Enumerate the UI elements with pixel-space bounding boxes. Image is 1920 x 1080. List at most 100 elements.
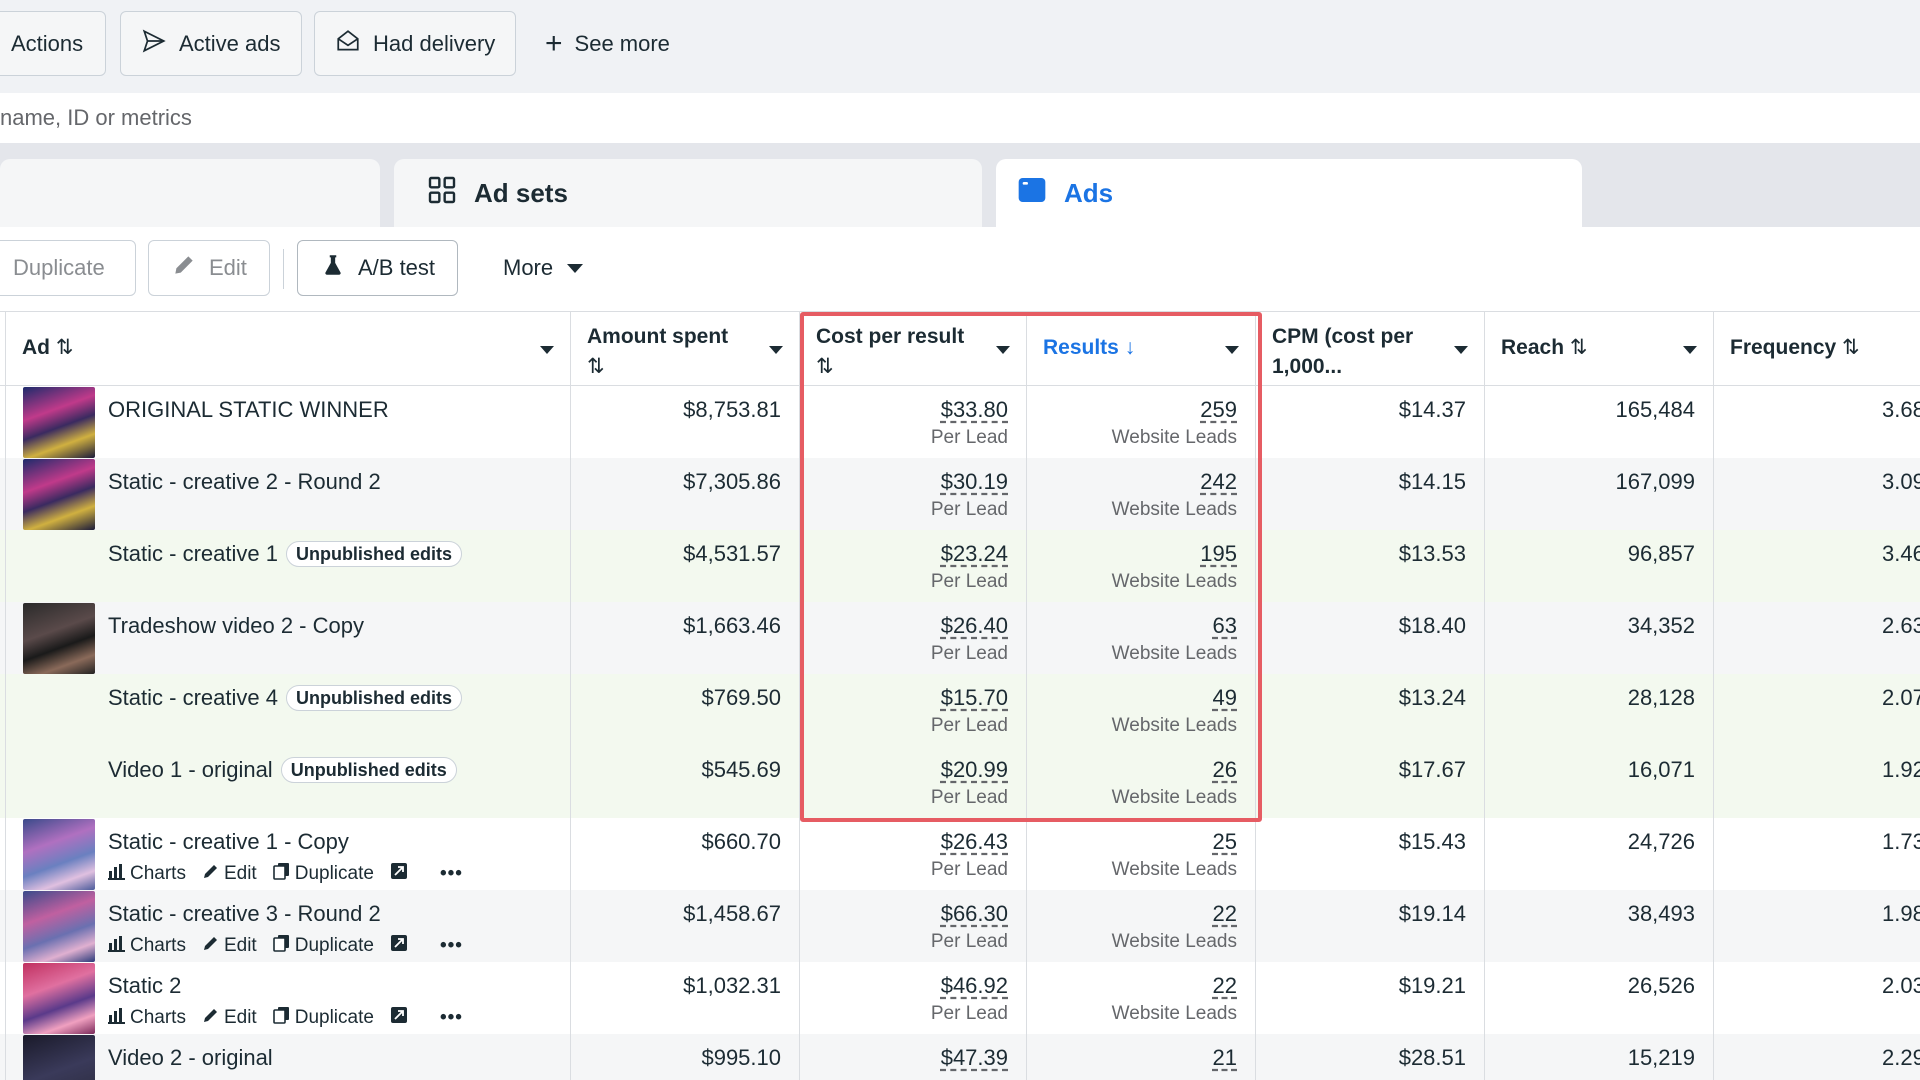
table-row[interactable]: Video 1 - original Unpublished edits $545.…: [0, 746, 1920, 818]
table-row[interactable]: ORIGINAL STATIC WINNER $8,753.81 $33.80 Per…: [0, 386, 1920, 458]
ad-name[interactable]: Static - creative 4 Unpublished edits: [108, 684, 462, 712]
actions-filter-chip[interactable]: Actions: [0, 11, 106, 76]
results-value[interactable]: 242: [1027, 468, 1237, 496]
caret-down-icon[interactable]: [769, 346, 783, 354]
sort-icon[interactable]: ⇅: [816, 352, 1010, 382]
column-header-amount-spent[interactable]: Amount spent ⇅: [570, 312, 799, 386]
table-row[interactable]: Video 2 - original $995.10 $47.39 21 $28.51 1…: [0, 1034, 1920, 1080]
table-row[interactable]: Static - creative 4 Unpublished edits $769…: [0, 674, 1920, 746]
more-options-button[interactable]: •••: [440, 1007, 463, 1029]
arrow-down-icon[interactable]: ↓: [1125, 336, 1136, 359]
cpr-value[interactable]: $26.40: [800, 612, 1008, 640]
ad-name[interactable]: Video 1 - original Unpublished edits: [108, 756, 457, 784]
edit-button[interactable]: Edit: [202, 862, 257, 886]
ad-name[interactable]: Static 2: [108, 972, 181, 1000]
cpr-cell: $30.19 Per Lead: [799, 458, 1026, 530]
tab-campaigns[interactable]: [0, 159, 380, 227]
ad-thumbnail[interactable]: [23, 603, 95, 674]
ad-thumbnail[interactable]: [23, 1035, 95, 1080]
cpr-value[interactable]: $26.43: [800, 828, 1008, 856]
table-row[interactable]: Static 2 Charts Edit Duplicate ••• $1,032.31 $…: [0, 962, 1920, 1034]
ad-name[interactable]: Tradeshow video 2 - Copy: [108, 612, 364, 640]
ad-name[interactable]: Video 2 - original: [108, 1044, 273, 1072]
tab-ad-sets[interactable]: Ad sets: [394, 159, 982, 227]
more-button[interactable]: More: [503, 240, 584, 296]
table-row[interactable]: Static - creative 2 - Round 2 $7,305.86 $3…: [0, 458, 1920, 530]
cpr-value[interactable]: $33.80: [800, 396, 1008, 424]
sort-icon[interactable]: ⇅: [56, 336, 74, 359]
column-header-reach[interactable]: Reach ⇅: [1484, 312, 1713, 386]
column-header-cpm[interactable]: CPM (cost per 1,000...: [1255, 312, 1484, 386]
duplicate-button[interactable]: Duplicate: [272, 862, 374, 886]
tab-ads[interactable]: Ads: [996, 159, 1582, 227]
results-value[interactable]: 49: [1027, 684, 1237, 712]
sort-icon[interactable]: ⇅: [1570, 336, 1588, 359]
charts-button[interactable]: Charts: [108, 862, 186, 886]
table-row[interactable]: Static - creative 1 - Copy Charts Edit Dupl…: [0, 818, 1920, 890]
charts-button[interactable]: Charts: [108, 934, 186, 958]
cpr-value[interactable]: $47.39: [800, 1044, 1008, 1072]
table-row[interactable]: Tradeshow video 2 - Copy $1,663.46 $26.40 P…: [0, 602, 1920, 674]
ad-thumbnail[interactable]: [23, 459, 95, 530]
results-value[interactable]: 21: [1027, 1044, 1237, 1072]
cpr-value[interactable]: $20.99: [800, 756, 1008, 784]
more-options-button[interactable]: •••: [440, 863, 463, 885]
cpr-value[interactable]: $23.24: [800, 540, 1008, 568]
results-value[interactable]: 22: [1027, 900, 1237, 928]
results-value[interactable]: 26: [1027, 756, 1237, 784]
open-external-button[interactable]: [390, 862, 408, 886]
had-delivery-filter-chip[interactable]: Had delivery: [314, 11, 517, 76]
reach-cell: 167,099: [1484, 458, 1713, 530]
ad-name[interactable]: Static - creative 3 - Round 2: [108, 900, 381, 928]
cpr-cell: $46.92 Per Lead: [799, 962, 1026, 1034]
results-value[interactable]: 25: [1027, 828, 1237, 856]
ad-name-text: Tradeshow video 2 - Copy: [108, 613, 364, 638]
more-options-button[interactable]: •••: [440, 935, 463, 957]
edit-button[interactable]: Edit: [148, 240, 270, 296]
caret-down-icon[interactable]: [540, 346, 554, 354]
results-value[interactable]: 259: [1027, 396, 1237, 424]
charts-button[interactable]: Charts: [108, 1006, 186, 1030]
open-external-button[interactable]: [390, 934, 408, 958]
sort-icon[interactable]: ⇅: [587, 352, 783, 382]
duplicate-button[interactable]: Duplicate: [272, 934, 374, 958]
see-more-button[interactable]: + See more: [545, 11, 670, 76]
caret-down-icon[interactable]: [1225, 346, 1239, 354]
column-header-cost-per-result[interactable]: Cost per result ⇅: [799, 312, 1026, 386]
column-header-frequency[interactable]: Frequency ⇅: [1713, 312, 1920, 386]
ab-test-button[interactable]: A/B test: [297, 240, 459, 296]
edit-button[interactable]: Edit: [202, 1006, 257, 1030]
ad-thumbnail[interactable]: [23, 963, 95, 1034]
cpm-cell: $14.37: [1255, 386, 1484, 458]
ad-thumbnail[interactable]: [23, 387, 95, 458]
reach-cell: 26,526: [1484, 962, 1713, 1034]
cpr-value[interactable]: $46.92: [800, 972, 1008, 1000]
flask-icon: [320, 252, 346, 284]
table-row[interactable]: Static - creative 3 - Round 2 Charts Edit D…: [0, 890, 1920, 962]
ad-name[interactable]: Static - creative 2 - Round 2: [108, 468, 381, 496]
table-row[interactable]: Static - creative 1 Unpublished edits $4,5…: [0, 530, 1920, 602]
ad-thumbnail[interactable]: [23, 819, 95, 890]
column-header-ad[interactable]: Ad ⇅: [5, 312, 570, 386]
ad-name[interactable]: Static - creative 1 - Copy: [108, 828, 349, 856]
active-ads-filter-chip[interactable]: Active ads: [120, 11, 302, 76]
caret-down-icon[interactable]: [996, 346, 1010, 354]
ad-name[interactable]: Static - creative 1 Unpublished edits: [108, 540, 462, 568]
search-input[interactable]: [0, 93, 1920, 143]
caret-down-icon[interactable]: [1683, 346, 1697, 354]
open-external-button[interactable]: [390, 1006, 408, 1030]
duplicate-button[interactable]: Duplicate: [272, 1006, 374, 1030]
sort-icon[interactable]: ⇅: [1842, 336, 1860, 359]
cpr-value[interactable]: $66.30: [800, 900, 1008, 928]
results-value[interactable]: 63: [1027, 612, 1237, 640]
results-value[interactable]: 22: [1027, 972, 1237, 1000]
caret-down-icon[interactable]: [1454, 346, 1468, 354]
cpr-value[interactable]: $30.19: [800, 468, 1008, 496]
ad-name[interactable]: ORIGINAL STATIC WINNER: [108, 396, 389, 424]
column-header-results[interactable]: Results ↓: [1026, 312, 1255, 386]
edit-button[interactable]: Edit: [202, 934, 257, 958]
duplicate-button[interactable]: Duplicate: [0, 240, 136, 296]
ad-thumbnail[interactable]: [23, 891, 95, 962]
results-value[interactable]: 195: [1027, 540, 1237, 568]
cpr-value[interactable]: $15.70: [800, 684, 1008, 712]
